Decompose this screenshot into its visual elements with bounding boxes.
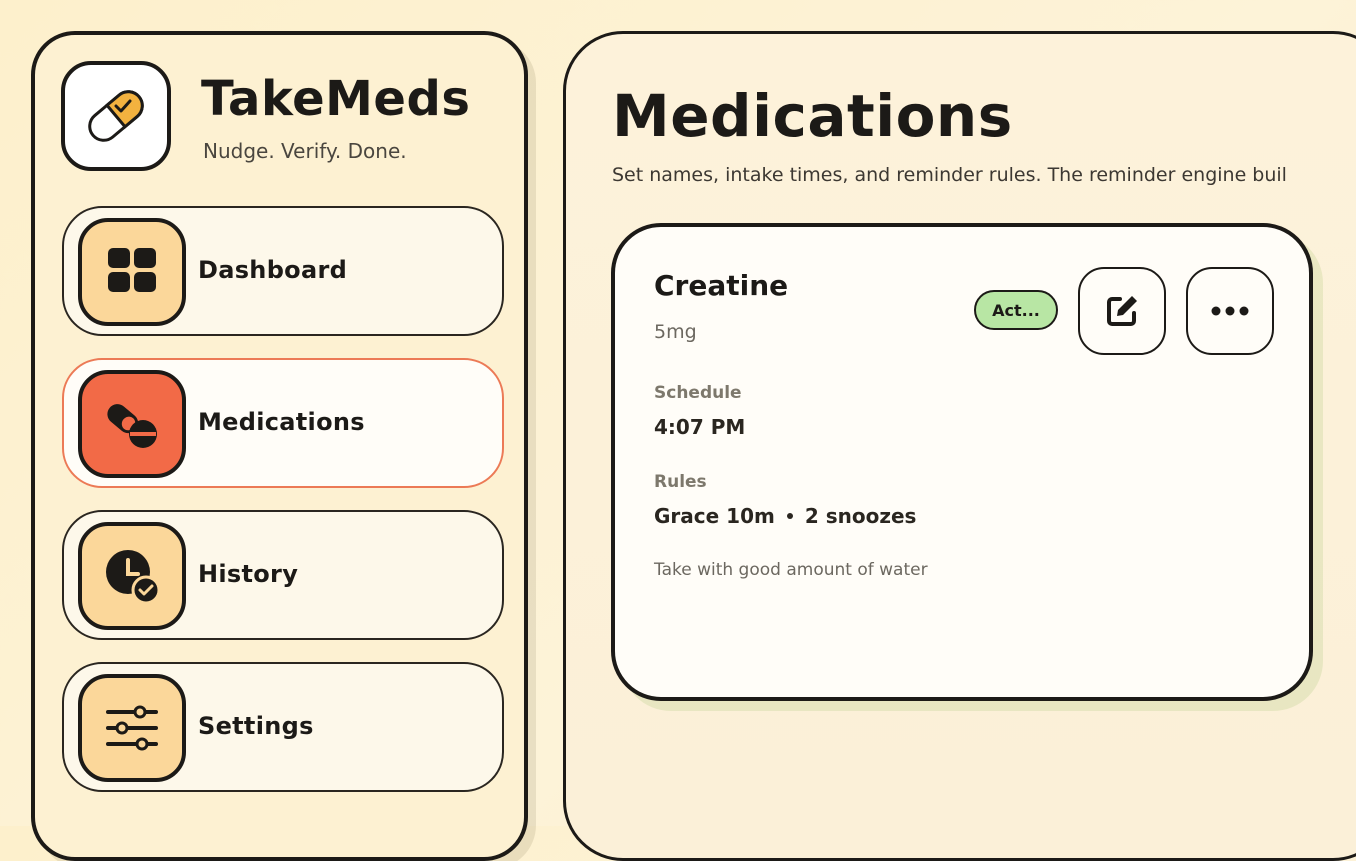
sidebar-item-history[interactable]: History — [62, 510, 504, 640]
app-title: TakeMeds — [201, 71, 471, 127]
rule-snoozes: 2 snoozes — [804, 504, 917, 528]
pills-icon — [107, 404, 157, 448]
pill-logo-icon — [88, 90, 144, 142]
sidebar: TakeMeds Nudge. Verify. Done. Dashboard — [31, 31, 528, 861]
clock-check-icon — [106, 550, 161, 605]
sidebar-item-dashboard[interactable]: Dashboard — [62, 206, 504, 336]
medication-dose: 5mg — [654, 321, 697, 343]
edit-button[interactable] — [1078, 267, 1166, 355]
sidebar-item-label: Dashboard — [198, 256, 348, 284]
rule-grace: Grace 10m — [654, 504, 775, 528]
sidebar-item-label: Settings — [198, 712, 314, 740]
rules-label: Rules — [654, 472, 707, 492]
more-icon — [1211, 306, 1249, 316]
sidebar-item-label: Medications — [198, 408, 365, 436]
sliders-icon — [106, 705, 158, 751]
medication-card[interactable]: Creatine 5mg Act... Schedule 4:07 PM Rul… — [611, 223, 1313, 701]
more-options-button[interactable] — [1186, 267, 1274, 355]
edit-icon — [1107, 296, 1137, 326]
app-tagline: Nudge. Verify. Done. — [203, 139, 407, 163]
grid-icon — [108, 248, 156, 292]
sidebar-item-settings[interactable]: Settings — [62, 662, 504, 792]
app-logo — [61, 61, 171, 171]
separator-dot — [786, 513, 793, 519]
page-subtitle: Set names, intake times, and reminder ru… — [612, 164, 1287, 186]
schedule-value: 4:07 PM — [654, 415, 746, 439]
medication-name: Creatine — [654, 269, 789, 302]
status-badge: Act... — [974, 290, 1058, 330]
schedule-label: Schedule — [654, 383, 742, 403]
page-title: Medications — [612, 82, 1013, 150]
main-panel: Medications Set names, intake times, and… — [563, 31, 1356, 861]
medication-notes: Take with good amount of water — [654, 560, 928, 580]
sidebar-item-medications[interactable]: Medications — [62, 358, 504, 488]
sidebar-item-label: History — [198, 560, 299, 588]
rules-value: Grace 10m 2 snoozes — [654, 504, 916, 528]
